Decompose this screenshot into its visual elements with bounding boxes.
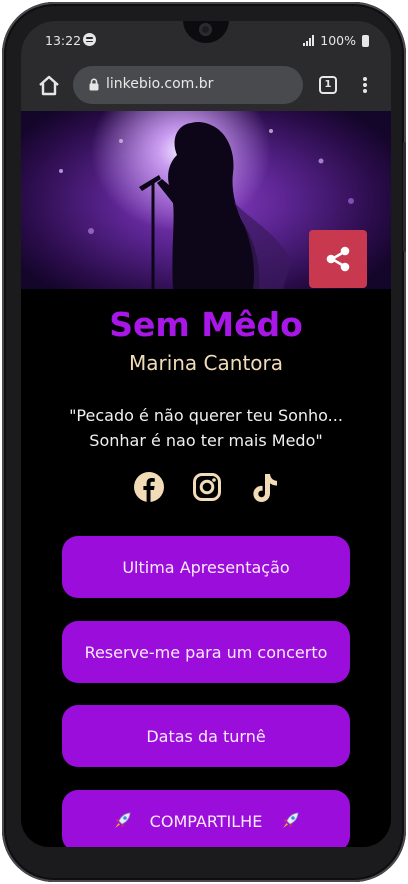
more-menu-icon[interactable] — [355, 75, 375, 97]
spotify-icon — [83, 33, 96, 46]
quote-text: "Pecado é não querer teu Sonho... Sonhar… — [41, 403, 371, 453]
status-time: 13:22 — [45, 33, 82, 48]
link-button-tour-dates[interactable]: Datas da turnê — [62, 705, 350, 767]
quote-line-2: Sonhar é nao ter mais Medo" — [89, 431, 323, 450]
share-button[interactable] — [309, 230, 367, 288]
link-label: COMPARTILHE — [149, 811, 263, 831]
rocket-icon — [114, 812, 131, 828]
link-button-book-concert[interactable]: Reserve-me para um concerto — [62, 621, 350, 683]
share-link-button[interactable]: COMPARTILHE — [62, 790, 350, 847]
social-links — [21, 472, 391, 506]
rocket-icon — [283, 812, 299, 828]
link-label: Ultima Apresentação — [122, 557, 290, 577]
home-icon[interactable] — [37, 74, 61, 98]
phone-frame: 13:22 100% linkebio.com.br 1 Sem Mêdo Ma… — [2, 2, 406, 882]
address-bar[interactable]: linkebio.com.br — [73, 66, 303, 104]
side-button — [403, 142, 406, 252]
camera-notch — [183, 21, 229, 43]
battery-icon — [362, 34, 369, 47]
tab-switcher-button[interactable]: 1 — [319, 76, 337, 94]
screen: 13:22 100% linkebio.com.br 1 Sem Mêdo Ma… — [21, 21, 391, 847]
status-right: 100% — [303, 33, 369, 48]
share-icon — [326, 246, 350, 272]
page-title: Sem Mêdo — [109, 305, 303, 344]
instagram-icon[interactable] — [192, 472, 222, 502]
page-subtitle: Marina Cantora — [128, 351, 284, 375]
tiktok-icon[interactable] — [250, 472, 280, 504]
link-label: Datas da turnê — [146, 726, 266, 746]
link-button-last-show[interactable]: Ultima Apresentação — [62, 536, 350, 598]
signal-icon — [303, 35, 315, 46]
browser-toolbar: linkebio.com.br 1 — [21, 61, 391, 111]
battery-percent: 100% — [320, 33, 356, 48]
hero-banner-image — [21, 111, 391, 289]
camera-icon — [199, 23, 212, 36]
facebook-icon[interactable] — [134, 472, 164, 502]
url-text: linkebio.com.br — [106, 76, 214, 92]
status-bar: 13:22 100% — [21, 21, 391, 61]
quote-line-1: "Pecado é não querer teu Sonho... — [69, 406, 343, 425]
link-label: Reserve-me para um concerto — [84, 642, 328, 662]
lock-icon — [89, 78, 99, 91]
